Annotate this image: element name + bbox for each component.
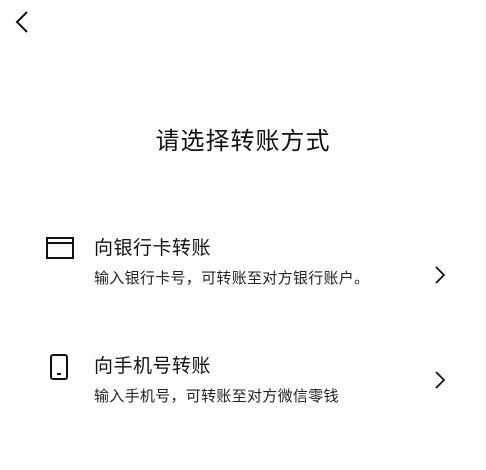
page-title: 请选择转账方式 bbox=[155, 127, 331, 155]
transfer-to-bank-card-option[interactable]: 向银行卡转账 输入银行卡号，可转账至对方银行账户。 bbox=[40, 233, 450, 323]
option-title: 向手机号转账 bbox=[94, 355, 212, 377]
chevron-right-icon bbox=[430, 368, 450, 392]
mobile-phone-icon bbox=[50, 354, 68, 384]
back-button[interactable] bbox=[8, 6, 36, 38]
option-title: 向银行卡转账 bbox=[94, 237, 212, 259]
option-text: 向银行卡转账 输入银行卡号，可转账至对方银行账户。 bbox=[94, 233, 394, 289]
bank-card-icon bbox=[46, 237, 74, 263]
option-description: 输入手机号，可转账至对方微信零钱 bbox=[94, 387, 339, 405]
transfer-to-phone-option[interactable]: 向手机号转账 输入手机号，可转账至对方微信零钱 bbox=[40, 351, 450, 415]
option-description: 输入银行卡号，可转账至对方银行账户。 bbox=[94, 269, 370, 287]
chevron-right-icon bbox=[430, 263, 450, 287]
chevron-left-icon bbox=[15, 11, 28, 33]
transfer-method-page: { "header": { "back_icon": "chevron-left… bbox=[0, 0, 486, 470]
option-text: 向手机号转账 输入手机号，可转账至对方微信零钱 bbox=[94, 351, 394, 407]
